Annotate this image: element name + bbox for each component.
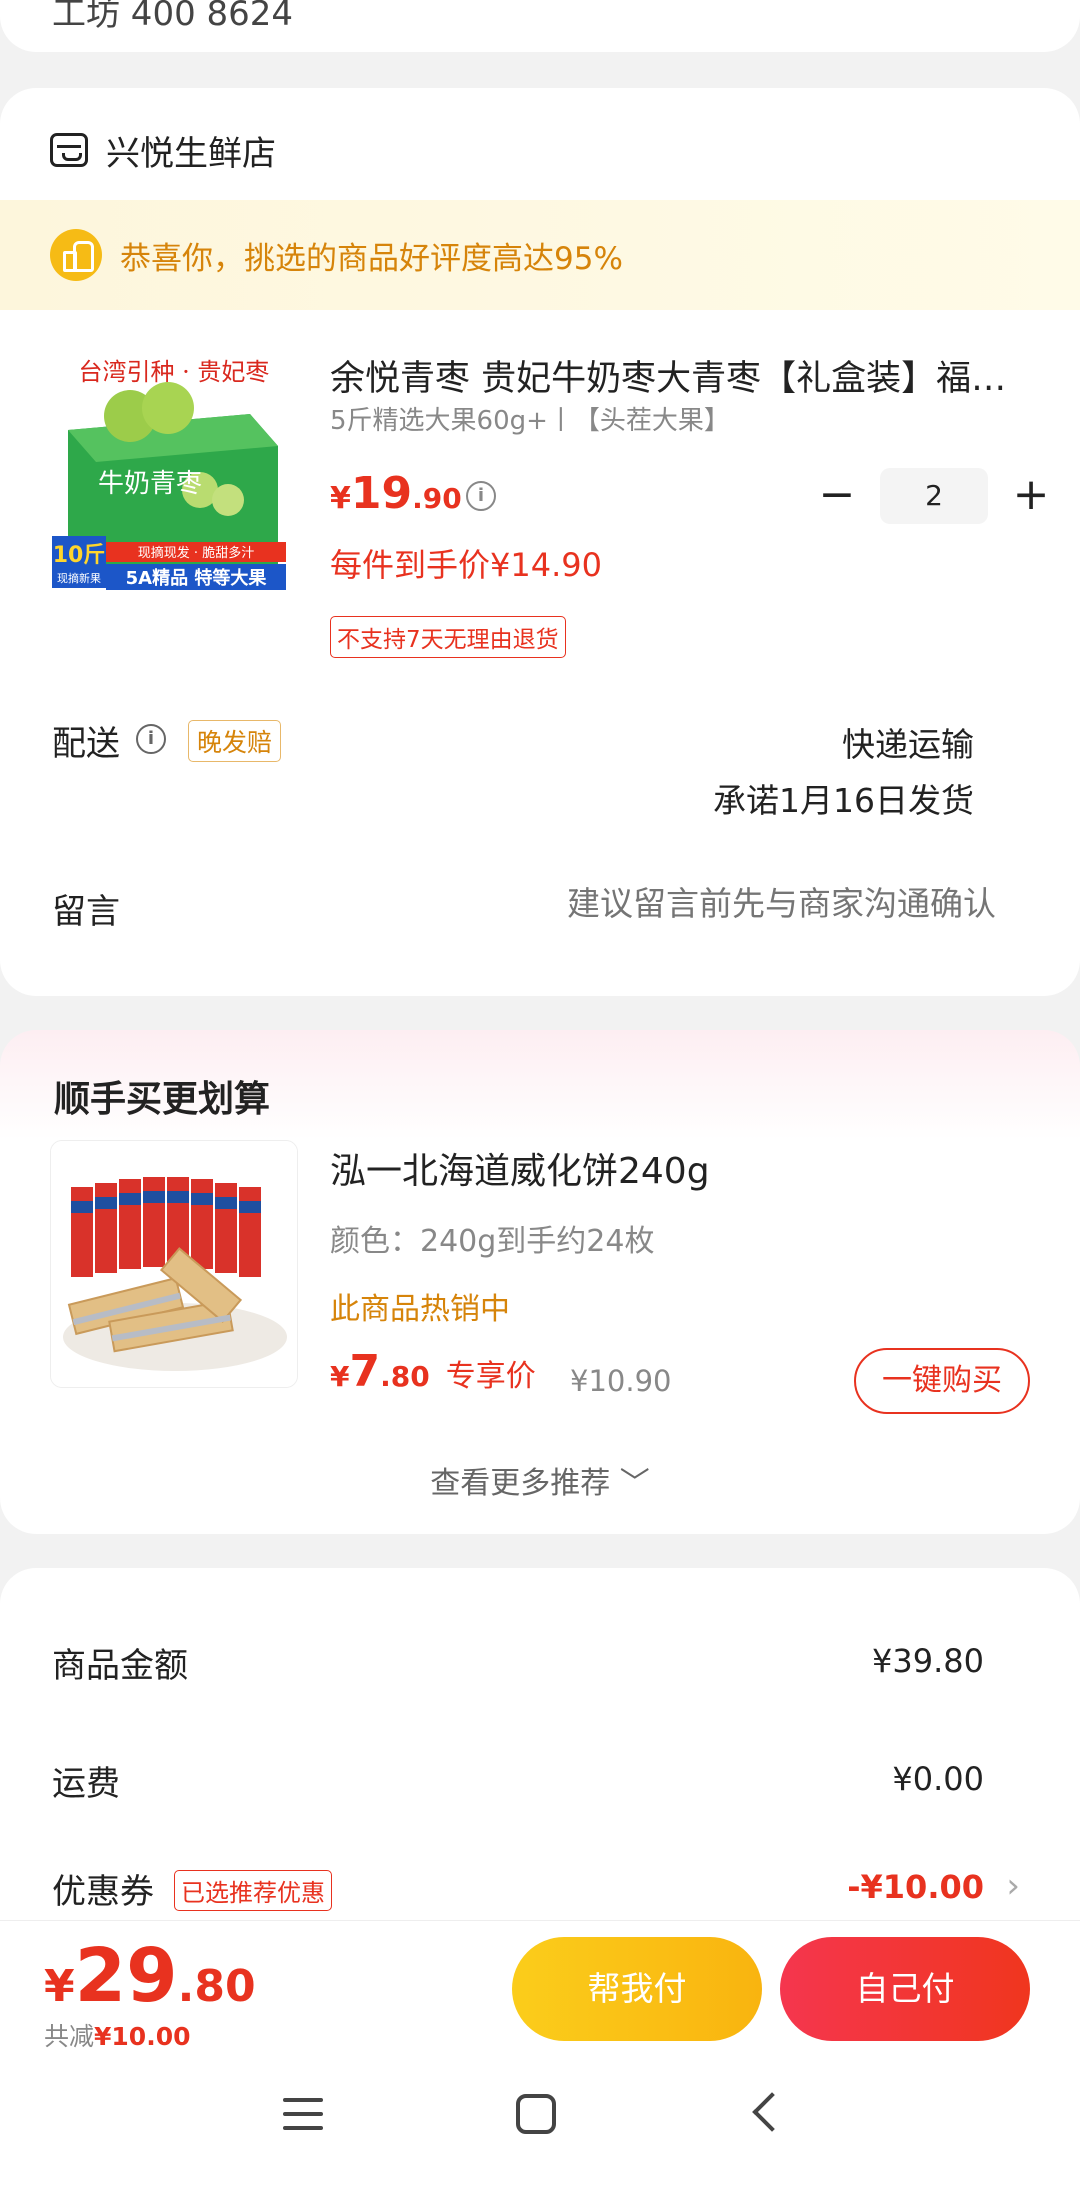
recommend-product-color[interactable]: 颜色：240g到手约24枚 [330, 1216, 654, 1260]
total-integer: 29 [74, 1933, 178, 2019]
product-image[interactable]: 台湾引种 · 贵妃枣 牛奶青枣 10斤 现摘新果 现摘现发 · 脆甜多汁 5A精… [50, 350, 298, 596]
delivery-promise: 承诺1月16日发货 [713, 781, 974, 820]
one-click-buy-button[interactable]: 一键购买 [854, 1348, 1030, 1414]
shipping-value: ¥0.00 [892, 1760, 984, 1798]
store-icon [50, 133, 88, 167]
image-badge-sub: 现摘新果 [57, 571, 101, 585]
system-navigation-bar [0, 2050, 1080, 2187]
recommend-title: 顺手买更划算 [54, 1079, 271, 1120]
rec-price-integer: 7 [349, 1346, 381, 1397]
rating-banner: 恭喜你，挑选的商品好评度高达95% [0, 200, 1080, 310]
recommend-card: 顺手买更划算 泓一北海道威化饼240g 颜色：240g到手约24枚 此商品热销中… [0, 1030, 1080, 1534]
home-icon[interactable] [516, 2094, 556, 2134]
menu-icon[interactable] [283, 2096, 323, 2132]
coupon-label[interactable]: 优惠券 [52, 1864, 154, 1913]
return-policy-badge: 不支持7天无理由退货 [330, 616, 566, 658]
coupon-recommended-badge[interactable]: 已选推荐优惠 [174, 1870, 332, 1911]
total-currency: ¥ [44, 1961, 75, 2012]
image-line2: 5A精品 特等大果 [126, 567, 268, 589]
delivery-label: 配送 [52, 724, 120, 764]
address-card[interactable]: 工坊 400 8624 [0, 0, 1080, 52]
recommend-price: ¥ 7 .80 专享价 [330, 1346, 536, 1397]
more-recommendations-link[interactable]: 查看更多推荐 ﹀ [0, 1458, 1080, 1502]
store-name: 兴悦生鲜店 [106, 133, 276, 174]
total-discount: 共减¥10.00 [44, 2017, 191, 2053]
product-title[interactable]: 余悦青枣 贵妃牛奶枣大青枣【礼盒装】福建台湾青枣新鲜水果 [330, 350, 1030, 401]
info-icon[interactable]: i [466, 481, 496, 511]
checkout-bar: ¥ 29 .80 共减¥10.00 帮我付 自己付 [0, 1920, 1080, 2053]
pay-myself-button[interactable]: 自己付 [780, 1937, 1030, 2041]
recommend-hot-label: 此商品热销中 [330, 1292, 510, 1327]
product-price: ¥ 19 .90 [330, 468, 462, 519]
message-label: 留言 [52, 892, 120, 932]
price-integer: 19 [350, 468, 413, 519]
image-badge-weight: 10斤 [53, 543, 106, 568]
quantity-stepper: − 2 + [812, 468, 1056, 524]
rating-banner-text: 恭喜你，挑选的商品好评度高达95% [120, 240, 623, 277]
rec-price-currency: ¥ [330, 1360, 350, 1393]
exclusive-price-tag: 专享价 [445, 1359, 536, 1394]
message-input[interactable] [436, 884, 996, 923]
store-header[interactable]: 兴悦生鲜店 [50, 120, 276, 180]
thumbs-up-icon [50, 229, 102, 281]
chevron-right-icon[interactable]: › [1006, 1866, 1020, 1906]
decrease-button[interactable]: − [812, 468, 862, 524]
increase-button[interactable]: + [1006, 468, 1056, 524]
goods-amount-label: 商品金额 [52, 1646, 188, 1686]
goods-amount-value: ¥39.80 [872, 1642, 984, 1680]
recommend-product-name[interactable]: 泓一北海道威化饼240g [330, 1142, 710, 1194]
image-caption-top: 台湾引种 · 贵妃枣 [79, 358, 270, 386]
product-spec[interactable]: 5斤精选大果60g+丨【头茬大果】 [330, 400, 730, 437]
price-decimal: .90 [412, 482, 462, 515]
image-box-text: 牛奶青枣 [98, 469, 202, 499]
help-me-pay-button[interactable]: 帮我付 [512, 1937, 762, 2041]
late-compensation-badge[interactable]: 晚发赔 [188, 720, 282, 762]
total-price: ¥ 29 .80 [44, 1933, 256, 2019]
recommend-original-price: ¥10.90 [570, 1364, 672, 1398]
total-decimal: .80 [177, 1961, 256, 2012]
rec-price-decimal: .80 [380, 1360, 430, 1393]
delivery-info-icon[interactable]: i [136, 724, 166, 754]
price-currency: ¥ [330, 481, 351, 516]
image-line1: 现摘现发 · 脆甜多汁 [138, 545, 254, 561]
delivery-method[interactable]: 快递运输 [842, 718, 974, 766]
back-icon[interactable] [752, 2092, 792, 2132]
saved-value: ¥10.00 [94, 2022, 191, 2051]
recommend-product-image[interactable] [50, 1140, 298, 1388]
unit-price: 每件到手价¥14.90 [330, 546, 602, 584]
saved-prefix: 共减 [44, 2022, 95, 2051]
shipping-label: 运费 [52, 1764, 120, 1804]
address-text: 工坊 400 8624 [52, 0, 294, 34]
quantity-input[interactable]: 2 [880, 468, 988, 524]
coupon-value[interactable]: -¥10.00 [847, 1868, 984, 1906]
store-order-card: 兴悦生鲜店 恭喜你，挑选的商品好评度高达95% 台湾引种 · 贵妃枣 牛奶青枣 … [0, 88, 1080, 996]
